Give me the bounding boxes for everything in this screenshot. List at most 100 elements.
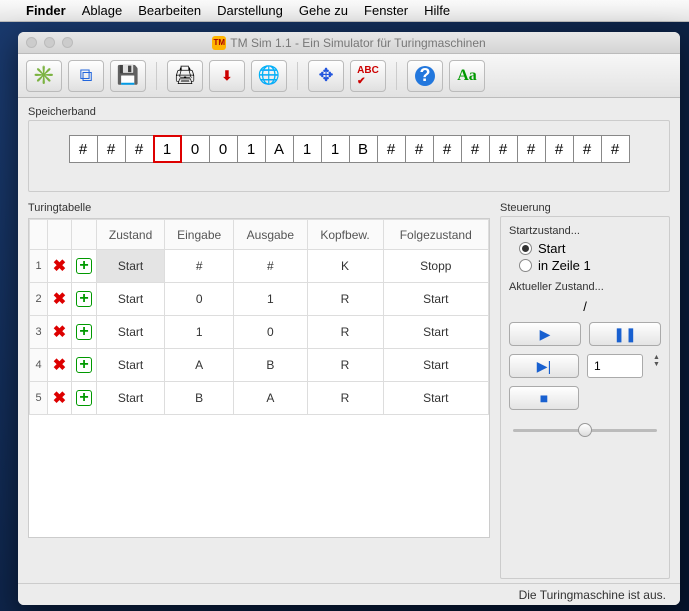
- delete-row-button[interactable]: ✖: [48, 382, 72, 415]
- cell-input[interactable]: A: [165, 349, 234, 382]
- new-button[interactable]: ✳️: [26, 60, 62, 92]
- tape-cell[interactable]: 0: [181, 135, 210, 163]
- tape-cell[interactable]: #: [489, 135, 518, 163]
- cell-state[interactable]: Start: [97, 283, 165, 316]
- row-number: 4: [30, 349, 48, 382]
- menu-gehezu[interactable]: Gehe zu: [299, 3, 348, 18]
- tape-cell[interactable]: #: [97, 135, 126, 163]
- cell-state[interactable]: Start: [97, 349, 165, 382]
- delete-row-button[interactable]: ✖: [48, 283, 72, 316]
- menu-fenster[interactable]: Fenster: [364, 3, 408, 18]
- plus-icon: +: [76, 324, 92, 340]
- save-button[interactable]: 💾: [110, 60, 146, 92]
- cell-output[interactable]: B: [234, 349, 307, 382]
- tape-cell[interactable]: #: [377, 135, 406, 163]
- minimize-button[interactable]: [44, 37, 55, 48]
- move-button[interactable]: ✥: [308, 60, 344, 92]
- menu-hilfe[interactable]: Hilfe: [424, 3, 450, 18]
- cell-next[interactable]: Stopp: [383, 250, 489, 283]
- add-row-button[interactable]: +: [72, 316, 97, 349]
- cell-move[interactable]: R: [307, 283, 383, 316]
- cell-move[interactable]: R: [307, 382, 383, 415]
- web-button[interactable]: 🌐: [251, 60, 287, 92]
- cell-move[interactable]: R: [307, 316, 383, 349]
- radio-start[interactable]: Start: [519, 241, 661, 256]
- print-button[interactable]: 🖨: [167, 60, 203, 92]
- tape-cell[interactable]: #: [573, 135, 602, 163]
- slider-thumb[interactable]: [578, 423, 592, 437]
- play-button[interactable]: ▶: [509, 322, 581, 346]
- table-header: Zustand: [97, 220, 165, 250]
- tape-cell[interactable]: #: [517, 135, 546, 163]
- pdf-button[interactable]: ⬇: [209, 60, 245, 92]
- delete-row-button[interactable]: ✖: [48, 316, 72, 349]
- cell-output[interactable]: A: [234, 382, 307, 415]
- tape-cell[interactable]: #: [125, 135, 154, 163]
- help-button[interactable]: ?: [407, 60, 443, 92]
- cell-next[interactable]: Start: [383, 316, 489, 349]
- radio-start-label: Start: [538, 241, 565, 256]
- add-row-button[interactable]: +: [72, 349, 97, 382]
- radio-icon: [519, 242, 532, 255]
- tape-cell[interactable]: 0: [209, 135, 238, 163]
- speed-slider[interactable]: [509, 420, 661, 440]
- cell-state[interactable]: Start: [97, 316, 165, 349]
- add-row-button[interactable]: +: [72, 283, 97, 316]
- controls-label: Steuerung: [500, 202, 670, 214]
- table-header: Eingabe: [165, 220, 234, 250]
- spellcheck-button[interactable]: ABC✔: [350, 60, 386, 92]
- plus-icon: +: [76, 357, 92, 373]
- tape-cell[interactable]: #: [69, 135, 98, 163]
- app-menu[interactable]: Finder: [26, 3, 66, 18]
- close-button[interactable]: [26, 37, 37, 48]
- cell-move[interactable]: R: [307, 349, 383, 382]
- tape-cell[interactable]: A: [265, 135, 294, 163]
- delete-row-button[interactable]: ✖: [48, 250, 72, 283]
- tape-cell[interactable]: #: [405, 135, 434, 163]
- tape-cell[interactable]: #: [545, 135, 574, 163]
- table-row: 2✖+Start01RStart: [30, 283, 489, 316]
- cell-next[interactable]: Start: [383, 283, 489, 316]
- cell-next[interactable]: Start: [383, 349, 489, 382]
- cell-state[interactable]: Start: [97, 382, 165, 415]
- step-button[interactable]: ▶|: [509, 354, 579, 378]
- tape-cell[interactable]: B: [349, 135, 378, 163]
- pause-icon: ❚❚: [613, 326, 636, 343]
- open-button[interactable]: ⧉: [68, 60, 104, 92]
- cell-input[interactable]: 1: [165, 316, 234, 349]
- tape-cell[interactable]: 1: [293, 135, 322, 163]
- step-count-input[interactable]: 1: [587, 354, 643, 378]
- menu-ablage[interactable]: Ablage: [82, 3, 122, 18]
- tape-cell[interactable]: 1: [321, 135, 350, 163]
- cell-move[interactable]: K: [307, 250, 383, 283]
- stop-button[interactable]: ■: [509, 386, 579, 410]
- cell-next[interactable]: Start: [383, 382, 489, 415]
- tape-cell[interactable]: #: [601, 135, 630, 163]
- stepper-arrows[interactable]: ▲▼: [653, 354, 660, 378]
- cell-state[interactable]: Start: [97, 250, 165, 283]
- delete-row-button[interactable]: ✖: [48, 349, 72, 382]
- menu-bearbeiten[interactable]: Bearbeiten: [138, 3, 201, 18]
- tape-cell[interactable]: #: [461, 135, 490, 163]
- cell-output[interactable]: 0: [234, 316, 307, 349]
- add-row-button[interactable]: +: [72, 250, 97, 283]
- x-icon: ✖: [53, 357, 66, 374]
- cell-output[interactable]: 1: [234, 283, 307, 316]
- table-header: Folgezustand: [383, 220, 489, 250]
- tape-cell[interactable]: #: [433, 135, 462, 163]
- pause-button[interactable]: ❚❚: [589, 322, 661, 346]
- cell-input[interactable]: #: [165, 250, 234, 283]
- font-button[interactable]: Aa: [449, 60, 485, 92]
- cell-input[interactable]: B: [165, 382, 234, 415]
- menu-darstellung[interactable]: Darstellung: [217, 3, 283, 18]
- add-row-button[interactable]: +: [72, 382, 97, 415]
- table-row: 5✖+StartBARStart: [30, 382, 489, 415]
- window-title: TM Sim 1.1 - Ein Simulator für Turingmas…: [230, 36, 485, 50]
- zoom-button[interactable]: [62, 37, 73, 48]
- radio-line1[interactable]: in Zeile 1: [519, 258, 661, 273]
- cell-output[interactable]: #: [234, 250, 307, 283]
- cell-input[interactable]: 0: [165, 283, 234, 316]
- tape-cell[interactable]: 1: [153, 135, 182, 163]
- tape-cell[interactable]: 1: [237, 135, 266, 163]
- table-row: 3✖+Start10RStart: [30, 316, 489, 349]
